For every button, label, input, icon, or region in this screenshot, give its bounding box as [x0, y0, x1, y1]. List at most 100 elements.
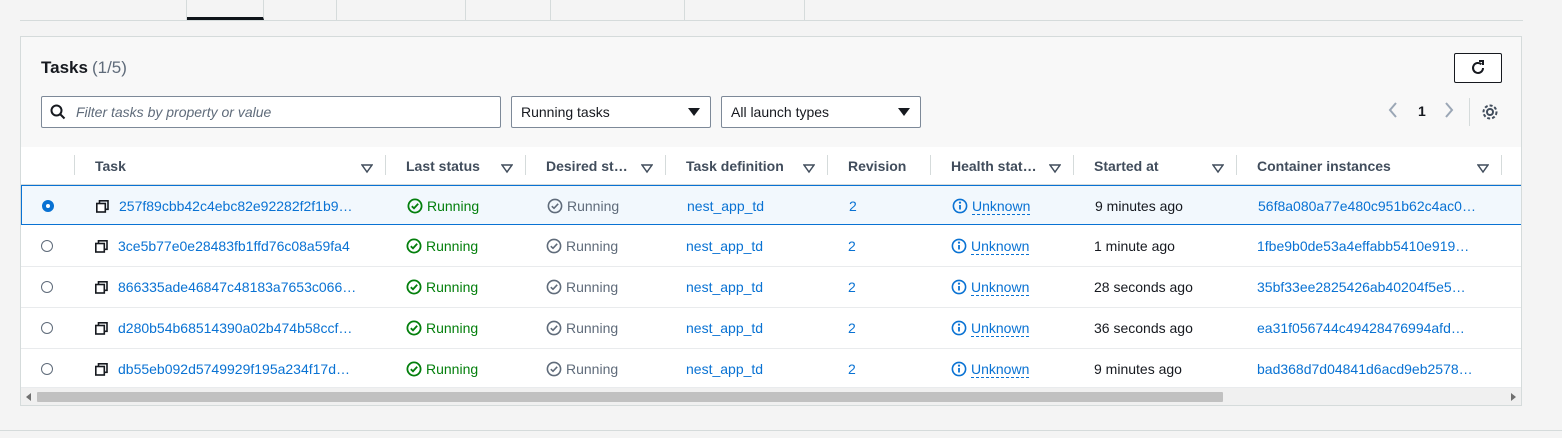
last-status-text: Running: [426, 279, 479, 295]
column-header-started-at[interactable]: Started at: [1094, 147, 1236, 184]
task-id-link[interactable]: 257f89cbb42c4ebc82e92282f2f1b9…: [119, 198, 353, 214]
task-id-link[interactable]: 3ce5b77e0e28483fb1ffd76c08a59fa4: [118, 238, 350, 254]
chevron-left-icon: [1388, 102, 1397, 118]
launch-type-select[interactable]: All launch types: [721, 96, 921, 128]
info-icon: [951, 238, 967, 254]
container-instance-link[interactable]: bad368d7d04841d6acd9eb2578…: [1257, 361, 1473, 377]
copy-icon[interactable]: [95, 321, 108, 335]
column-header-task[interactable]: Task: [95, 147, 385, 184]
top-tab[interactable]: [337, 0, 466, 20]
copy-icon[interactable]: [96, 199, 109, 213]
row-select-radio[interactable]: [41, 349, 53, 387]
pagination-previous[interactable]: [1387, 101, 1399, 122]
started-at-cell: 28 seconds ago: [1094, 279, 1193, 295]
column-header-health-status[interactable]: Health stat…: [951, 147, 1073, 184]
radio-button[interactable]: [42, 200, 54, 212]
status-filter-select[interactable]: Running tasks: [511, 96, 711, 128]
scroll-left-arrow-icon[interactable]: [26, 393, 31, 401]
health-status-popover[interactable]: Unknown: [971, 361, 1030, 378]
health-status-popover[interactable]: Unknown: [971, 320, 1030, 337]
desired-status-text: Running: [566, 279, 619, 295]
last-status-text: Running: [427, 198, 480, 214]
task-id-link[interactable]: d280b54b68514390a02b474b58ccf…: [118, 320, 352, 336]
radio-button[interactable]: [41, 240, 53, 252]
copy-icon[interactable]: [95, 362, 108, 376]
started-at-cell: 36 seconds ago: [1094, 320, 1193, 336]
container-instance-link[interactable]: ea31f056744c49428476994afd…: [1257, 320, 1465, 336]
radio-button[interactable]: [41, 322, 53, 334]
column-header-task-definition[interactable]: Task definition: [686, 147, 827, 184]
row-select-radio[interactable]: [41, 308, 53, 348]
column-header-desired-status[interactable]: Desired st…: [546, 147, 665, 184]
top-tab[interactable]: [466, 0, 551, 20]
column-header-container-instances[interactable]: Container instances: [1257, 147, 1501, 184]
task-id-link[interactable]: 866335ade46847c48183a7653c066…: [118, 279, 356, 295]
health-status-cell: Unknown: [951, 226, 1030, 266]
top-tab[interactable]: [685, 0, 805, 20]
refresh-icon: [1472, 60, 1484, 74]
revision-link[interactable]: 2: [848, 238, 856, 254]
task-definition-link[interactable]: nest_app_td: [686, 361, 763, 377]
copy-icon[interactable]: [95, 280, 108, 294]
radio-button[interactable]: [41, 281, 53, 293]
desired-status-cell: Running: [546, 267, 618, 307]
row-select-radio[interactable]: [41, 226, 53, 266]
top-tab[interactable]: [20, 0, 187, 20]
column-header-last-status[interactable]: Last status: [406, 147, 525, 184]
column-label: Task definition: [686, 157, 784, 174]
table-row[interactable]: 257f89cbb42c4ebc82e92282f2f1b9… Running …: [21, 185, 1521, 225]
container-instance-link[interactable]: 1fbe9b0de53a4effabb5410e919…: [1257, 238, 1469, 254]
revision-link[interactable]: 2: [849, 198, 857, 214]
task-definition-link[interactable]: nest_app_td: [687, 198, 764, 214]
horizontal-scrollbar[interactable]: [21, 387, 1521, 405]
last-status-cell: Running: [407, 186, 479, 226]
top-tab[interactable]: [551, 0, 685, 20]
revision-link[interactable]: 2: [848, 320, 856, 336]
row-select-radio[interactable]: [41, 267, 53, 307]
column-label: Revision: [848, 157, 907, 174]
desired-status-cell: Running: [546, 226, 618, 266]
column-divider: [525, 155, 526, 175]
task-definition-link[interactable]: nest_app_td: [686, 238, 763, 254]
top-tab-active[interactable]: [187, 0, 264, 20]
column-divider: [74, 155, 75, 175]
table-row[interactable]: d280b54b68514390a02b474b58ccf… Running R…: [21, 308, 1521, 349]
revision-link[interactable]: 2: [848, 361, 856, 377]
revision-link[interactable]: 2: [848, 279, 856, 295]
desired-status-cell: Running: [547, 186, 619, 226]
scroll-right-arrow-icon[interactable]: [1511, 393, 1516, 401]
pagination-next[interactable]: [1443, 101, 1455, 122]
table-row[interactable]: 866335ade46847c48183a7653c066… Running R…: [21, 267, 1521, 308]
radio-button[interactable]: [41, 363, 53, 375]
task-cell: 866335ade46847c48183a7653c066…: [95, 267, 356, 307]
table-preferences-button[interactable]: [1481, 103, 1499, 126]
health-status-popover[interactable]: Unknown: [972, 198, 1031, 215]
task-id-link[interactable]: db55eb092d5749929f195a234f17d…: [118, 361, 350, 377]
task-definition-link[interactable]: nest_app_td: [686, 279, 763, 295]
health-status-popover[interactable]: Unknown: [971, 238, 1030, 255]
container-instance-link[interactable]: 35bf33ee2825426ab40204f5e5…: [1257, 279, 1466, 295]
search-field[interactable]: [41, 96, 501, 128]
health-status-popover[interactable]: Unknown: [971, 279, 1030, 296]
task-definition-link[interactable]: nest_app_td: [686, 320, 763, 336]
scrollbar-thumb[interactable]: [37, 392, 1223, 402]
table-row[interactable]: 3ce5b77e0e28483fb1ffd76c08a59fa4 Running…: [21, 226, 1521, 267]
refresh-button[interactable]: [1454, 53, 1502, 83]
copy-icon[interactable]: [95, 239, 108, 253]
tasks-table: Task Last status Desired st… Task defini…: [21, 147, 1521, 387]
sort-icon: [360, 161, 374, 177]
column-divider: [1073, 155, 1074, 175]
check-circle-icon: [406, 361, 422, 377]
container-instance-link[interactable]: 56f8a080a77e480c951b62c4ac0…: [1258, 198, 1476, 214]
task-count: (1/5): [91, 58, 127, 77]
gear-icon: [1482, 104, 1498, 120]
last-status-text: Running: [426, 361, 479, 377]
task-cell: 257f89cbb42c4ebc82e92282f2f1b9…: [96, 186, 353, 226]
row-select-radio[interactable]: [42, 186, 54, 226]
top-tab[interactable]: [264, 0, 337, 20]
last-status-cell: Running: [406, 308, 478, 348]
table-row[interactable]: db55eb092d5749929f195a234f17d… Running R…: [21, 349, 1521, 387]
search-input[interactable]: [74, 103, 478, 121]
pagination-current-page[interactable]: 1: [1418, 103, 1426, 119]
column-header-revision[interactable]: Revision: [848, 147, 930, 184]
